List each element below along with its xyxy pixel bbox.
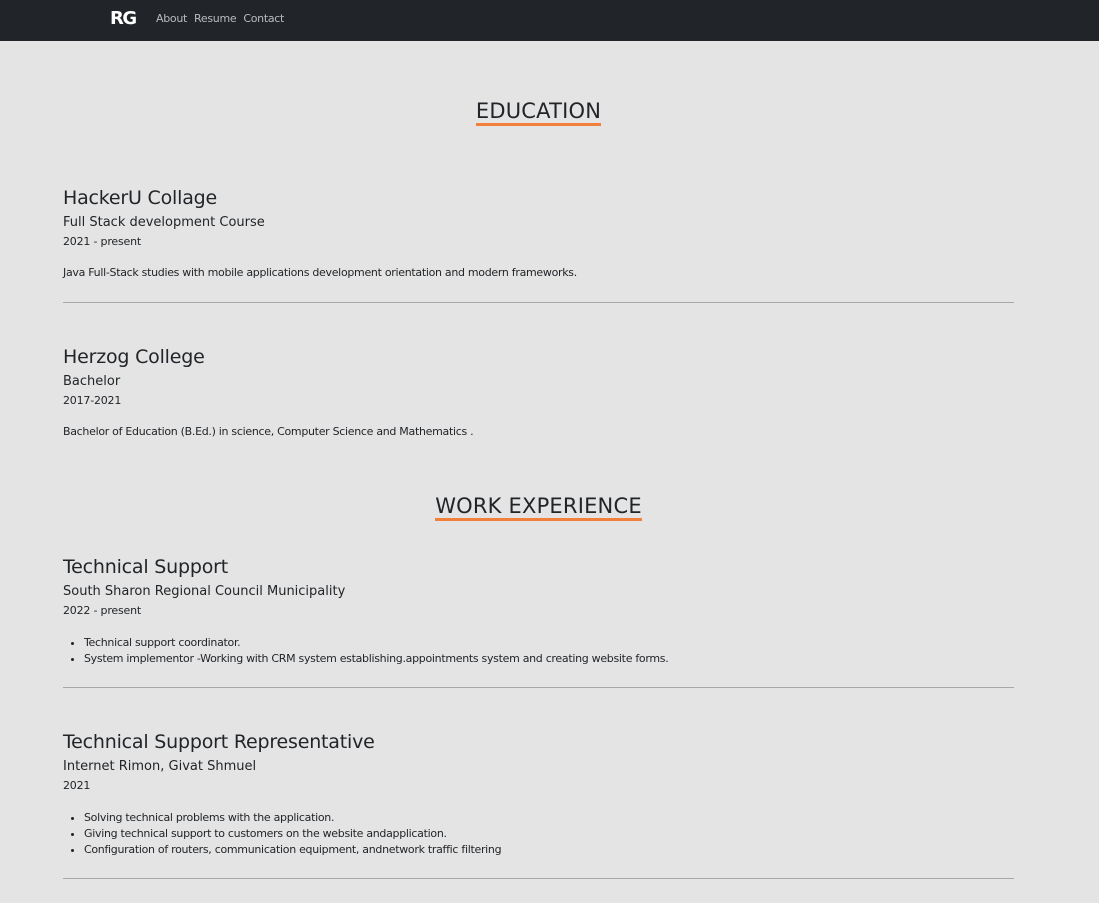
section-divider xyxy=(63,687,1014,688)
section-divider xyxy=(63,302,1014,303)
work-company: South Sharon Regional Council Municipali… xyxy=(63,584,346,599)
nav-links: About Resume Contact xyxy=(156,12,291,26)
education-program: Bachelor xyxy=(63,374,121,389)
work-company: Internet Rimon, Givat Shmuel xyxy=(63,759,257,774)
education-entry: HackerU Collage Full Stack development C… xyxy=(63,187,1014,280)
work-entry: Technical Support Representative Interne… xyxy=(63,731,1014,858)
list-item: System implementor -Working with CRM sys… xyxy=(84,651,1014,667)
work-entry: Technical Support South Sharon Regional … xyxy=(63,556,1014,667)
nav-link-contact[interactable]: Contact xyxy=(243,12,284,26)
list-item: Technical support coordinator. xyxy=(84,635,1014,651)
work-title: WORK EXPERIENCE xyxy=(435,494,642,521)
education-date: 2021 - present xyxy=(63,235,141,248)
work-role: Technical Support Representative xyxy=(63,731,375,753)
education-description: Java Full-Stack studies with mobile appl… xyxy=(63,266,577,279)
education-institution: Herzog College xyxy=(63,346,205,368)
education-description: Bachelor of Education (B.Ed.) in science… xyxy=(63,425,474,438)
work-bullets: Technical support coordinator. System im… xyxy=(63,635,1014,667)
education-program: Full Stack development Course xyxy=(63,215,265,230)
work-role: Technical Support xyxy=(63,556,228,578)
education-section-heading: EDUCATION xyxy=(0,99,1077,126)
education-institution: HackerU Collage xyxy=(63,187,217,209)
section-divider xyxy=(63,878,1014,879)
nav-link-about[interactable]: About xyxy=(156,12,187,26)
education-title: EDUCATION xyxy=(475,99,602,126)
list-item: Solving technical problems with the appl… xyxy=(84,810,1014,826)
education-entry: Herzog College Bachelor 2017-2021 Bachel… xyxy=(63,346,1014,439)
work-date: 2022 - present xyxy=(63,604,141,617)
nav-link-resume[interactable]: Resume xyxy=(194,12,237,26)
top-navbar: RG About Resume Contact xyxy=(0,0,1099,41)
education-date: 2017-2021 xyxy=(63,394,122,407)
work-section-heading: WORK EXPERIENCE xyxy=(0,494,1077,521)
list-item: Giving technical support to customers on… xyxy=(84,826,1014,842)
brand-logo-link[interactable]: RG xyxy=(110,9,137,29)
work-date: 2021 xyxy=(63,779,91,792)
list-item: Configuration of routers, communication … xyxy=(84,842,1014,858)
work-bullets: Solving technical problems with the appl… xyxy=(63,810,1014,858)
